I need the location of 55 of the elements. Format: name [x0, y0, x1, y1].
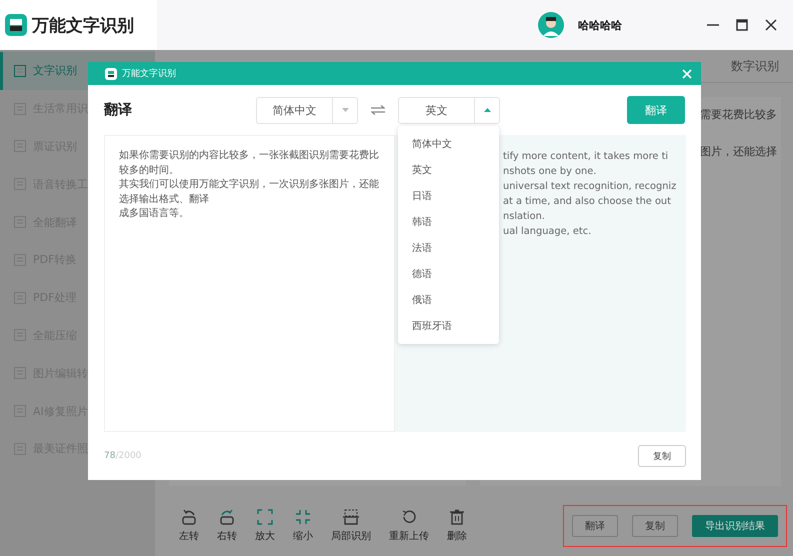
source-text: 成多国语言等。 [119, 207, 190, 221]
translated-text: universal text recognition, recogniz [503, 180, 678, 194]
toolbar-button[interactable]: 局部识别 [329, 509, 373, 543]
expand-icon [257, 509, 273, 525]
dropdown-option[interactable]: 俄语 [398, 286, 499, 312]
document-icon [14, 64, 26, 77]
avatar-icon [538, 12, 564, 38]
collapse-icon [295, 509, 311, 525]
app-title: 万能文字识别 [32, 14, 134, 36]
user-name[interactable]: 哈哈哈哈 [578, 18, 622, 32]
translated-text: tify more content, it takes more ti [503, 150, 670, 164]
translated-text: nslation. [503, 210, 546, 224]
language-select[interactable]: 简体中文 [256, 96, 358, 124]
rotate-right-icon [219, 509, 235, 525]
translated-text: nshots one by one. [503, 165, 598, 179]
source-text-area[interactable]: 如果你需要识别的内容比较多，一张张截图识别需要花费比较多的时间。 其实我们可以使用万能文字识别，一次识别多张图片，还能选择输出格式、翻译 成多国语言等。 [104, 135, 395, 432]
dropdown-option[interactable]: 韩语 [398, 208, 499, 234]
toolbar-button[interactable]: 右转 [215, 509, 239, 543]
source-text: 如果你需要识别的内容比较多，一张张截图识别需要花费比较多的时间。 [119, 149, 380, 178]
toolbar-button[interactable]: 重新上传 [387, 509, 431, 543]
language-select[interactable]: 英文 [398, 96, 500, 124]
dropdown-option[interactable]: 英文 [398, 156, 499, 182]
dropdown-option[interactable]: 日语 [398, 182, 499, 208]
source-text: 其实我们可以使用万能文字识别，一次识别多张图片，还能选择输出格式、翻译 [119, 178, 380, 206]
toolbar-button[interactable]: 缩小 [291, 509, 315, 543]
toolbar-button[interactable]: 左转 [177, 509, 201, 543]
translated-text: ual language, etc. [503, 225, 592, 239]
scanner-logo-icon [105, 68, 117, 80]
close-icon [765, 19, 777, 31]
caret-icon [342, 108, 348, 112]
dropdown-option[interactable]: 德语 [398, 260, 499, 286]
translated-text: at a time, and also choose the out [503, 195, 672, 209]
trash-icon [449, 509, 465, 525]
action-button[interactable]: 复制 [632, 515, 678, 537]
refresh-icon [401, 509, 417, 525]
caret-icon [484, 108, 490, 112]
dialog-heading: 翻译 [104, 101, 133, 119]
char-count: 78 [104, 451, 116, 461]
close-icon [682, 68, 692, 78]
export-button[interactable]: 导出识别结果 [692, 515, 778, 537]
result-text: 图片，还能选择 [700, 144, 777, 160]
rotate-left-icon [181, 509, 197, 525]
toolbar-button[interactable]: 放大 [253, 509, 277, 543]
toolbar-button[interactable]: 删除 [445, 509, 469, 543]
dropdown-option[interactable]: 法语 [398, 234, 499, 260]
swap-icon [371, 105, 385, 115]
copy-button[interactable]: 复制 [638, 445, 686, 467]
scanner-logo-icon [5, 14, 27, 36]
crop-icon [343, 509, 359, 525]
result-text: 需要花费比较多 [700, 107, 777, 123]
tab[interactable]: 数字识别 [731, 58, 779, 74]
action-button[interactable]: 翻译 [572, 515, 618, 537]
dropdown-option[interactable]: 简体中文 [398, 130, 499, 156]
dropdown-option[interactable]: 西班牙语 [398, 312, 499, 338]
maximize-icon [736, 19, 748, 31]
